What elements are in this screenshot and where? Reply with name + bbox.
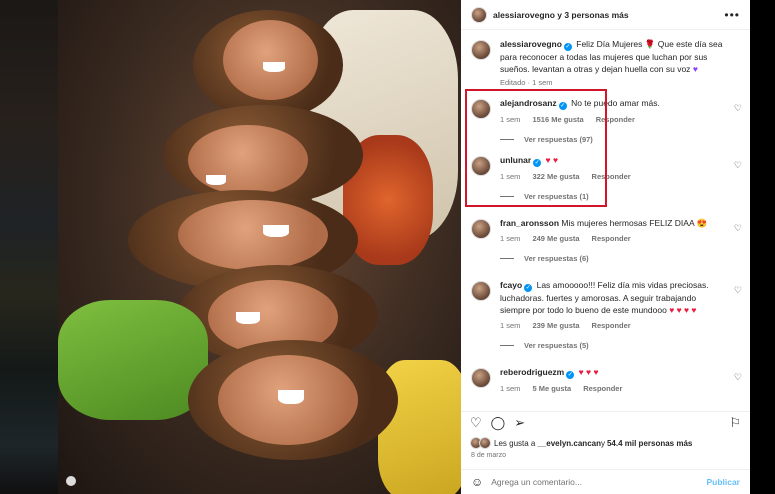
comment-time[interactable]: 1 sem bbox=[500, 321, 520, 330]
header-collab-text[interactable]: y 3 personas más bbox=[555, 10, 628, 20]
verified-badge-icon: ✓ bbox=[563, 43, 572, 51]
header-username[interactable]: alessiarovegno bbox=[493, 10, 555, 20]
heart-icon[interactable]: ♡ bbox=[734, 160, 742, 171]
avatar[interactable] bbox=[479, 437, 491, 449]
avatar[interactable] bbox=[471, 219, 491, 239]
comment-likes[interactable]: 249 Me gusta bbox=[532, 234, 579, 243]
view-replies-button[interactable]: Ver respuestas (5) bbox=[500, 341, 724, 350]
more-horizontal-icon[interactable]: ••• bbox=[724, 8, 740, 22]
share-icon[interactable]: ➢ bbox=[514, 415, 525, 431]
avatar[interactable] bbox=[471, 40, 491, 60]
likes-count[interactable]: 54.4 mil personas más bbox=[607, 439, 692, 448]
post-photo[interactable] bbox=[58, 0, 461, 494]
divider bbox=[500, 345, 514, 346]
likes-user[interactable]: __evelyn.cancan bbox=[537, 439, 601, 448]
tagged-users-icon[interactable] bbox=[66, 476, 76, 486]
post-date[interactable]: 8 de marzo bbox=[471, 452, 506, 459]
comment-likes[interactable]: 5 Me gusta bbox=[532, 384, 571, 393]
heart-icon[interactable]: ♡ bbox=[470, 415, 482, 431]
reply-button[interactable]: Responder bbox=[592, 234, 631, 243]
avatar[interactable] bbox=[471, 368, 491, 388]
divider bbox=[500, 258, 514, 259]
comment-time[interactable]: 1 sem bbox=[500, 384, 520, 393]
comment-input[interactable] bbox=[491, 477, 707, 487]
reply-button[interactable]: Responder bbox=[583, 384, 622, 393]
heart-icon[interactable]: ♡ bbox=[734, 103, 742, 114]
avatar[interactable] bbox=[471, 6, 487, 23]
emoji-icon[interactable]: ☺ bbox=[471, 475, 483, 489]
post-header: alessiarovegno y 3 personas más ••• bbox=[461, 0, 750, 30]
bookmark-icon[interactable]: ⚐ bbox=[729, 415, 741, 431]
caption-edited: Editado · 1 sem bbox=[500, 78, 553, 87]
view-replies-label: Ver respuestas (6) bbox=[524, 254, 589, 263]
view-replies-label: Ver respuestas (5) bbox=[524, 341, 589, 350]
avatar[interactable] bbox=[471, 281, 491, 301]
post-actions-bar: ♡ ◯ ➢ ⚐ bbox=[461, 411, 750, 433]
background-feed bbox=[0, 0, 58, 494]
verified-badge-icon: ✓ bbox=[524, 284, 533, 292]
comment-item: reberodriguezm ✓ ♥ ♥ ♥ 1 sem 5 Me gusta R… bbox=[461, 366, 750, 393]
caption-text-1: Feliz Día Mujeres bbox=[576, 39, 643, 49]
caption: alessiarovegno ✓ Feliz Día Mujeres 🌹 Que … bbox=[461, 38, 750, 87]
rose-emoji-icon: 🌹 bbox=[644, 39, 656, 49]
comment-likes[interactable]: 239 Me gusta bbox=[532, 321, 579, 330]
verified-badge-icon: ✓ bbox=[566, 371, 575, 379]
view-replies-button[interactable]: Ver respuestas (6) bbox=[500, 254, 724, 263]
red-hearts-emoji: ♥ ♥ ♥ ♥ bbox=[669, 305, 697, 315]
purple-heart-icon: ♥ bbox=[692, 64, 698, 74]
comment-item: fcayo ✓ Las amooooo!!! Feliz día mis vida… bbox=[461, 279, 750, 350]
caption-username[interactable]: alessiarovegno bbox=[500, 39, 562, 49]
comment-username[interactable]: reberodriguezm bbox=[500, 367, 564, 377]
post-side-panel: alessiarovegno y 3 personas más ••• ales… bbox=[461, 0, 750, 494]
heart-icon[interactable]: ♡ bbox=[734, 372, 742, 383]
comment-icon[interactable]: ◯ bbox=[491, 415, 506, 431]
comment-username[interactable]: fcayo bbox=[500, 280, 522, 290]
likes-prefix: Les gusta a bbox=[494, 438, 536, 448]
background-right bbox=[750, 0, 775, 494]
heart-icon[interactable]: ♡ bbox=[734, 223, 742, 234]
heart-icon[interactable]: ♡ bbox=[734, 285, 742, 296]
comment-item: fran_aronsson Mis mujeres hermosas FELIZ… bbox=[461, 217, 750, 263]
reply-button[interactable]: Responder bbox=[592, 321, 631, 330]
heart-eyes-emoji-icon: 😍 bbox=[696, 218, 708, 228]
add-comment-bar: ☺ Publicar bbox=[461, 469, 750, 494]
comment-text: Mis mujeres hermosas FELIZ DIAA bbox=[561, 218, 695, 228]
post-comment-button[interactable]: Publicar bbox=[706, 477, 740, 487]
red-hearts-emoji: ♥ ♥ ♥ bbox=[578, 367, 599, 377]
comment-username[interactable]: fran_aronsson bbox=[500, 218, 559, 228]
likes-summary: Les gusta a __evelyn.cancan y 54.4 mil p… bbox=[470, 437, 741, 449]
highlight-box bbox=[465, 89, 607, 207]
comment-time[interactable]: 1 sem bbox=[500, 234, 520, 243]
likes-middle: y bbox=[600, 438, 605, 448]
